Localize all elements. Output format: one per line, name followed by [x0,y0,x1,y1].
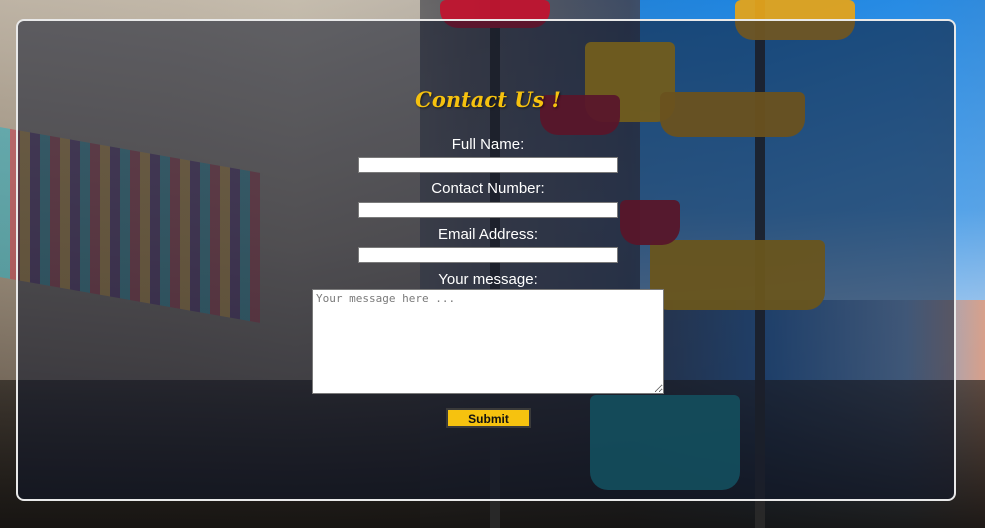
contact-number-label: Contact Number: [431,180,545,197]
contact-panel: Contact Us ! Full Name: Contact Number: … [16,19,956,501]
full-name-label: Full Name: [451,136,525,153]
message-textarea[interactable] [312,289,664,394]
full-name-field[interactable] [358,157,618,173]
email-address-label: Email Address: [437,226,539,243]
page-title: Contact Us ! [415,87,561,112]
message-label: Your message: [438,271,538,288]
contact-number-field[interactable] [358,202,618,218]
submit-button[interactable]: Submit [446,408,531,428]
contact-form: Contact Us ! Full Name: Contact Number: … [18,21,958,503]
email-address-field[interactable] [358,247,618,263]
